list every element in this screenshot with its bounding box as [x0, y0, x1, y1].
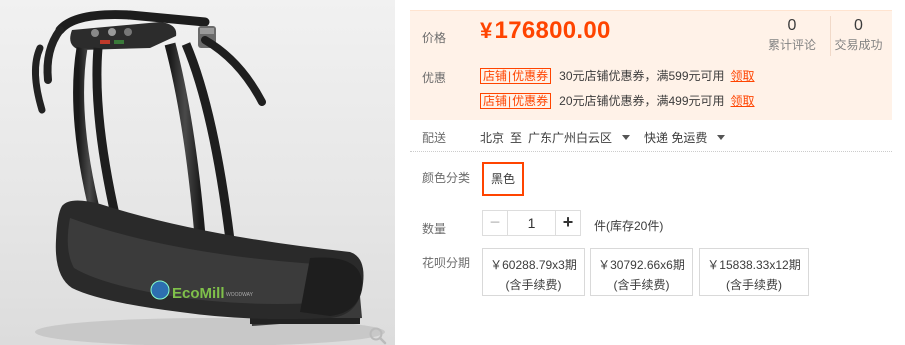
treadmill-image: EcoMill WOODWAY: [31, 10, 385, 345]
installment-row: 花呗分期 ￥60288.79x3期 (含手续费) ￥30792.66x6期 (含…: [410, 248, 892, 308]
model-text: WOODWAY: [226, 292, 254, 298]
stock-text: 件(库存20件): [594, 219, 664, 233]
decrease-button[interactable]: −: [482, 210, 508, 236]
installment-option-12[interactable]: ￥15838.33x12期 (含手续费): [699, 248, 809, 296]
trade-count-stat: 0 交易成功: [830, 16, 886, 56]
installment-price: ￥30792.66x6期: [598, 258, 685, 272]
ship-from: 北京: [480, 131, 505, 145]
price-amount: 176800.00: [494, 17, 611, 44]
installment-label: 花呗分期: [422, 256, 471, 270]
claim-coupon-link[interactable]: 领取: [731, 92, 755, 109]
coupon-text: 20元店铺优惠券，满499元可用: [559, 94, 725, 108]
review-count: 0: [787, 17, 797, 34]
zoom-icon[interactable]: [368, 326, 388, 345]
installment-note: (含手续费): [726, 278, 782, 292]
coupon-tag-shop: 店铺: [483, 93, 508, 108]
coupon-tag-shop: 店铺: [483, 68, 508, 83]
shipping-method-select[interactable]: 快递 免运费: [644, 129, 739, 146]
ship-to-word: 至: [510, 131, 523, 145]
shipping-label: 配送: [422, 131, 447, 145]
currency-symbol: ¥: [480, 18, 493, 43]
trade-label: 交易成功: [834, 38, 883, 52]
increase-button[interactable]: +: [555, 210, 581, 236]
installment-note: (含手续费): [505, 278, 562, 292]
installment-price: ￥15838.33x12期: [707, 258, 801, 272]
coupon-tag-type: 优惠券: [512, 68, 549, 83]
price-value: ¥176800.00: [480, 17, 611, 45]
installment-option-3[interactable]: ￥60288.79x3期 (含手续费): [482, 248, 585, 296]
color-option-black[interactable]: 黑色: [482, 162, 525, 196]
product-image[interactable]: EcoMill WOODWAY: [0, 0, 395, 345]
claim-coupon-link[interactable]: 领取: [731, 67, 755, 84]
installment-note: (含手续费): [613, 278, 670, 292]
price-box: 价格 ¥176800.00 0 累计评论 0 交易成功 优惠 店铺 | 优惠券 30…: [410, 10, 892, 120]
brand-logo-text: EcoMill: [172, 285, 225, 302]
quantity-label: 数量: [422, 222, 447, 236]
shipping-row: 配送 北京 至 广东广州白云区 快递 免运费: [410, 120, 892, 152]
installment-option-6[interactable]: ￥30792.66x6期 (含手续费): [590, 248, 693, 296]
quantity-row: 数量 − 1 + 件(库存20件): [410, 210, 892, 248]
color-row: 颜色分类 黑色: [410, 152, 892, 210]
price-label: 价格: [422, 31, 447, 45]
coupon-text: 30元店铺优惠券，满599元可用: [559, 69, 725, 83]
promo-label: 优惠: [422, 71, 447, 85]
product-info-panel: 价格 ¥176800.00 0 累计评论 0 交易成功 优惠 店铺 | 优惠券 30…: [410, 10, 892, 308]
coupon-tag: 店铺 | 优惠券: [480, 92, 552, 109]
review-count-stat[interactable]: 0 累计评论: [762, 16, 822, 53]
destination-select[interactable]: 广东广州白云区: [528, 129, 644, 146]
review-label: 累计评论: [767, 38, 816, 52]
coupon-item: 店铺 | 优惠券 30元店铺优惠券，满599元可用 领取: [480, 67, 755, 84]
coupon-tag: 店铺 | 优惠券: [480, 67, 552, 84]
coupon-tag-type: 优惠券: [512, 93, 549, 108]
coupon-item: 店铺 | 优惠券 20元店铺优惠券，满499元可用 领取: [480, 92, 755, 109]
destination-text: 广东广州白云区: [528, 131, 613, 145]
installment-price: ￥60288.79x3期: [490, 258, 577, 272]
color-label: 颜色分类: [422, 171, 471, 185]
quantity-input[interactable]: 1: [508, 210, 555, 236]
quantity-stepper: − 1 +: [482, 210, 581, 236]
trade-count: 0: [854, 17, 863, 34]
shipping-details: 北京 至 广东广州白云区 快递 免运费: [480, 129, 739, 146]
chevron-down-icon: [622, 135, 631, 140]
chevron-down-icon: [717, 135, 726, 140]
shipping-method-text: 快递 免运费: [644, 131, 708, 145]
